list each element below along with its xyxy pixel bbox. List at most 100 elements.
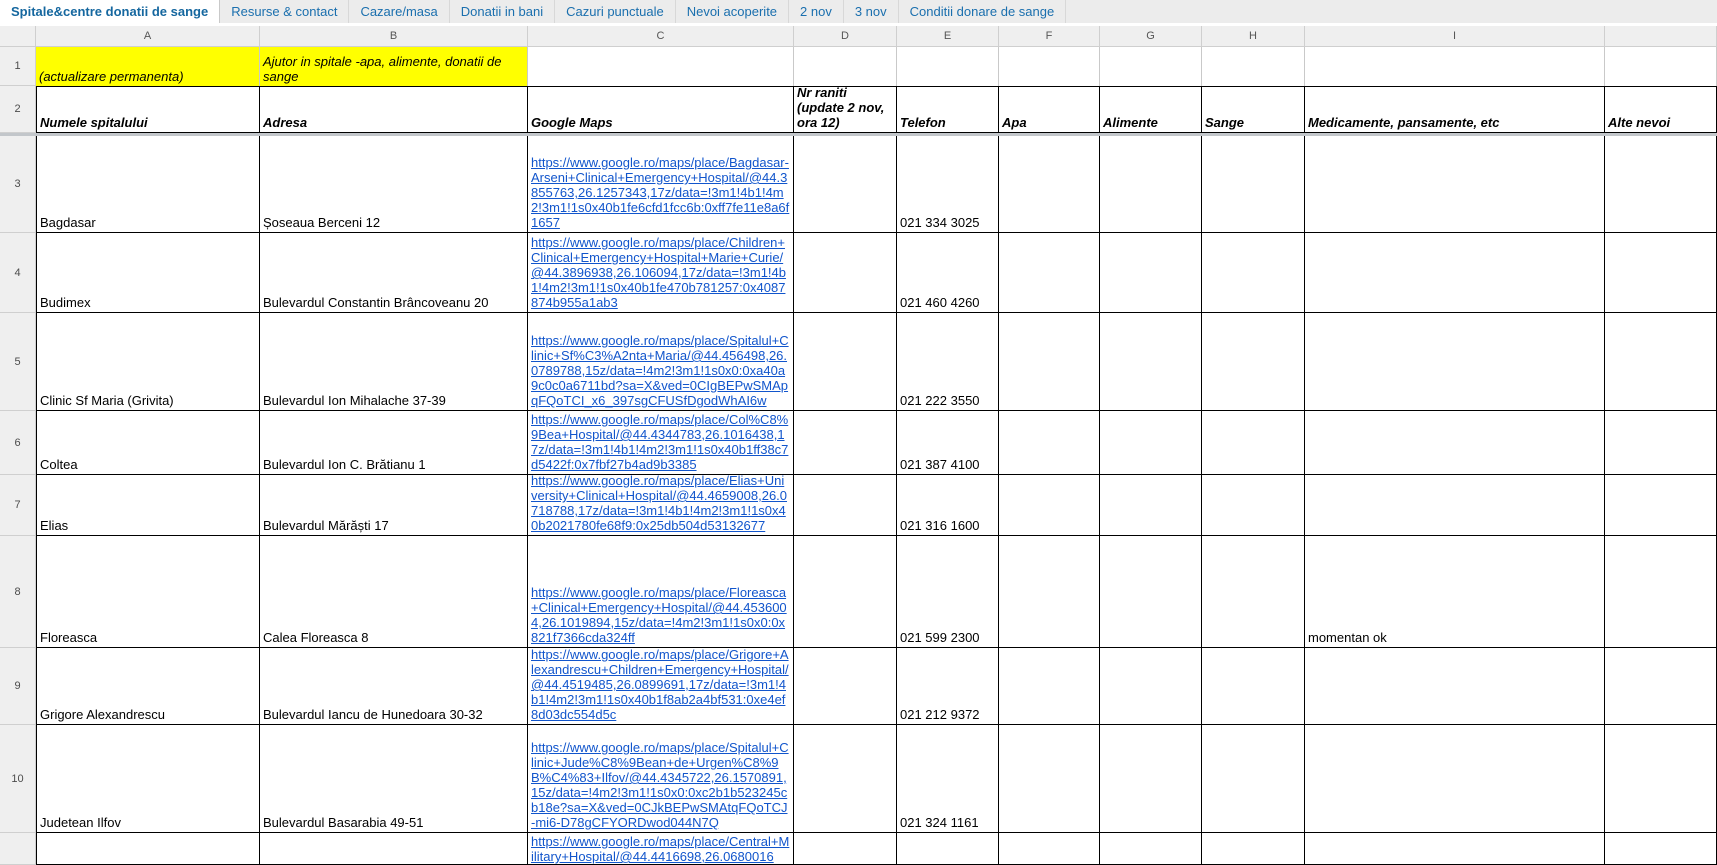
row-header-9[interactable]: 9	[0, 648, 36, 725]
cell-B6[interactable]: Bulevardul Ion C. Brătianu 1	[260, 411, 528, 475]
maps-link[interactable]: https://www.google.ro/maps/place/Spitalu…	[531, 740, 790, 830]
cell-B10[interactable]: Bulevardul Basarabia 49-51	[260, 725, 528, 833]
cell-F5[interactable]	[999, 313, 1100, 411]
cell-A3[interactable]: Bagdasar	[36, 136, 260, 233]
cell-E7[interactable]: 021 316 1600	[897, 475, 999, 536]
cell-A9[interactable]: Grigore Alexandrescu	[36, 648, 260, 725]
row-header-7[interactable]: 7	[0, 475, 36, 536]
cell-A1[interactable]: (actualizare permanenta)	[36, 47, 260, 86]
cell-I9[interactable]	[1305, 648, 1605, 725]
cell-B5[interactable]: Bulevardul Ion Mihalache 37-39	[260, 313, 528, 411]
maps-link[interactable]: https://www.google.ro/maps/place/Central…	[531, 834, 790, 864]
column-header-E[interactable]: E	[897, 26, 999, 47]
cell-D9[interactable]	[794, 648, 897, 725]
cell-I1[interactable]	[1305, 47, 1605, 86]
cell-E11[interactable]	[897, 833, 999, 865]
cell-H8[interactable]	[1202, 536, 1305, 648]
maps-link[interactable]: https://www.google.ro/maps/place/Spitalu…	[531, 333, 790, 408]
cell-D10[interactable]	[794, 725, 897, 833]
cell-I8[interactable]: momentan ok	[1305, 536, 1605, 648]
cell-G5[interactable]	[1100, 313, 1202, 411]
maps-link[interactable]: https://www.google.ro/maps/place/Floreas…	[531, 585, 790, 645]
column-header-I[interactable]: I	[1305, 26, 1605, 47]
cell-C6[interactable]: https://www.google.ro/maps/place/Col%C8%…	[528, 411, 794, 475]
cell-G9[interactable]	[1100, 648, 1202, 725]
cell-E6[interactable]: 021 387 4100	[897, 411, 999, 475]
row-header-8[interactable]: 8	[0, 536, 36, 648]
cell-H11[interactable]	[1202, 833, 1305, 865]
row-header-1[interactable]: 1	[0, 47, 36, 86]
cell-C9[interactable]: https://www.google.ro/maps/place/Grigore…	[528, 648, 794, 725]
cell-I7[interactable]	[1305, 475, 1605, 536]
cell-A7[interactable]: Elias	[36, 475, 260, 536]
column-header-J[interactable]	[1605, 26, 1717, 47]
cell-C10[interactable]: https://www.google.ro/maps/place/Spitalu…	[528, 725, 794, 833]
cell-B7[interactable]: Bulevardul Mărăști 17	[260, 475, 528, 536]
cell-B1[interactable]: Ajutor in spitale -apa, alimente, donati…	[260, 47, 528, 86]
cell-F10[interactable]	[999, 725, 1100, 833]
cell-E3[interactable]: 021 334 3025	[897, 136, 999, 233]
cell-B9[interactable]: Bulevardul Iancu de Hunedoara 30-32	[260, 648, 528, 725]
cell-F2[interactable]: Apa	[999, 86, 1100, 133]
cell-C2[interactable]: Google Maps	[528, 86, 794, 133]
cell-F9[interactable]	[999, 648, 1100, 725]
tab-conditii-donare-de-sange[interactable]: Conditii donare de sange	[899, 0, 1067, 23]
column-header-C[interactable]: C	[528, 26, 794, 47]
column-header-D[interactable]: D	[794, 26, 897, 47]
cell-C3[interactable]: https://www.google.ro/maps/place/Bagdasa…	[528, 136, 794, 233]
cell-H7[interactable]	[1202, 475, 1305, 536]
cell-J9[interactable]	[1605, 648, 1717, 725]
cell-J10[interactable]	[1605, 725, 1717, 833]
cell-G1[interactable]	[1100, 47, 1202, 86]
cell-C8[interactable]: https://www.google.ro/maps/place/Floreas…	[528, 536, 794, 648]
cell-G8[interactable]	[1100, 536, 1202, 648]
column-header-B[interactable]: B	[260, 26, 528, 47]
tab-cazare-masa[interactable]: Cazare/masa	[349, 0, 449, 23]
cell-G3[interactable]	[1100, 136, 1202, 233]
tab-2-nov[interactable]: 2 nov	[789, 0, 844, 23]
cell-J5[interactable]	[1605, 313, 1717, 411]
cell-A5[interactable]: Clinic Sf Maria (Grivita)	[36, 313, 260, 411]
cell-I4[interactable]	[1305, 233, 1605, 313]
cell-F4[interactable]	[999, 233, 1100, 313]
cell-D3[interactable]	[794, 136, 897, 233]
cell-H5[interactable]	[1202, 313, 1305, 411]
cell-D5[interactable]	[794, 313, 897, 411]
cell-A4[interactable]: Budimex	[36, 233, 260, 313]
cell-H6[interactable]	[1202, 411, 1305, 475]
cell-D7[interactable]	[794, 475, 897, 536]
cell-H3[interactable]	[1202, 136, 1305, 233]
column-header-A[interactable]: A	[36, 26, 260, 47]
cell-A8[interactable]: Floreasca	[36, 536, 260, 648]
cell-A2[interactable]: Numele spitalului	[36, 86, 260, 133]
tab-nevoi-acoperite[interactable]: Nevoi acoperite	[676, 0, 789, 23]
maps-link[interactable]: https://www.google.ro/maps/place/Grigore…	[531, 648, 790, 722]
cell-H10[interactable]	[1202, 725, 1305, 833]
cell-F11[interactable]	[999, 833, 1100, 865]
maps-link[interactable]: https://www.google.ro/maps/place/Col%C8%…	[531, 412, 790, 472]
cell-E2[interactable]: Telefon	[897, 86, 999, 133]
row-header-3[interactable]: 3	[0, 136, 36, 233]
column-header-H[interactable]: H	[1202, 26, 1305, 47]
cell-G4[interactable]	[1100, 233, 1202, 313]
cell-F6[interactable]	[999, 411, 1100, 475]
cell-G6[interactable]	[1100, 411, 1202, 475]
cell-F8[interactable]	[999, 536, 1100, 648]
cell-A10[interactable]: Judetean Ilfov	[36, 725, 260, 833]
cell-C11[interactable]: https://www.google.ro/maps/place/Central…	[528, 833, 794, 865]
cell-J11[interactable]	[1605, 833, 1717, 865]
cell-I5[interactable]	[1305, 313, 1605, 411]
cell-H4[interactable]	[1202, 233, 1305, 313]
maps-link[interactable]: https://www.google.ro/maps/place/Bagdasa…	[531, 155, 790, 230]
tab-spitale-centre-donatii-de-sange[interactable]: Spitale&centre donatii de sange	[0, 0, 220, 23]
cell-G11[interactable]	[1100, 833, 1202, 865]
cell-B4[interactable]: Bulevardul Constantin Brâncoveanu 20	[260, 233, 528, 313]
cell-J1[interactable]	[1605, 47, 1717, 86]
cell-J7[interactable]	[1605, 475, 1717, 536]
cell-F7[interactable]	[999, 475, 1100, 536]
cell-C1[interactable]	[528, 47, 794, 86]
tab-3-nov[interactable]: 3 nov	[844, 0, 899, 23]
cell-E9[interactable]: 021 212 9372	[897, 648, 999, 725]
cell-D4[interactable]	[794, 233, 897, 313]
cell-B3[interactable]: Șoseaua Berceni 12	[260, 136, 528, 233]
